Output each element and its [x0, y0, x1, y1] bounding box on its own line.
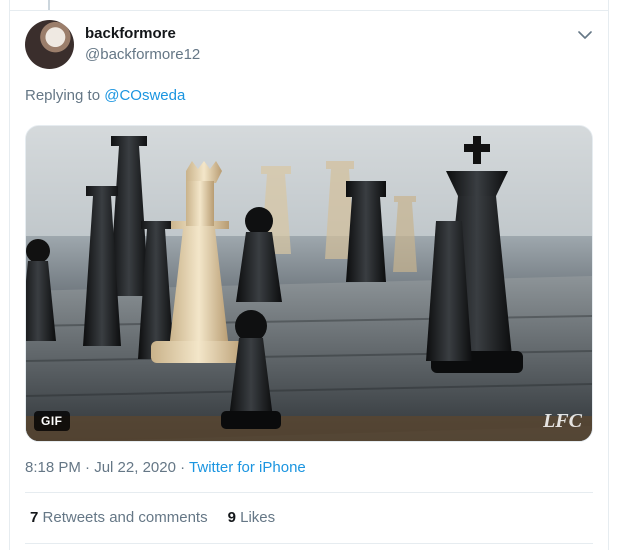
tweet-date[interactable]: Jul 22, 2020: [94, 459, 176, 476]
replying-to: Replying to @COsweda: [25, 87, 185, 104]
tweet-stats: 7 Retweets and comments 9 Likes: [30, 509, 275, 526]
mention-link[interactable]: @COsweda: [104, 87, 185, 104]
retweets-count: 7: [30, 509, 39, 526]
divider: [25, 492, 593, 493]
likes-label: Likes: [240, 509, 276, 526]
chess-scene-icon: [26, 126, 592, 441]
user-handle[interactable]: @backformore12: [85, 46, 200, 63]
retweets-label: Retweets and comments: [42, 509, 208, 526]
watermark: LFC: [543, 410, 582, 432]
meta-separator: ·: [180, 459, 186, 476]
avatar[interactable]: [25, 20, 74, 69]
tweet-source-link[interactable]: Twitter for iPhone: [189, 459, 306, 476]
tweet-meta: 8:18 PM · Jul 22, 2020 · Twitter for iPh…: [25, 459, 306, 476]
thread-line: [48, 0, 50, 10]
meta-separator: ·: [85, 459, 91, 476]
gif-media[interactable]: GIF LFC: [25, 125, 593, 442]
display-name[interactable]: backformore: [85, 25, 176, 42]
gif-badge: GIF: [34, 411, 70, 431]
replying-prefix: Replying to: [25, 87, 101, 104]
divider: [25, 543, 593, 544]
likes-count: 9: [227, 509, 236, 526]
divider: [9, 10, 609, 11]
retweets-stat[interactable]: 7 Retweets and comments: [30, 509, 208, 526]
chevron-down-icon[interactable]: [576, 26, 594, 44]
likes-stat[interactable]: 9 Likes: [228, 509, 276, 526]
tweet-time[interactable]: 8:18 PM: [25, 459, 81, 476]
